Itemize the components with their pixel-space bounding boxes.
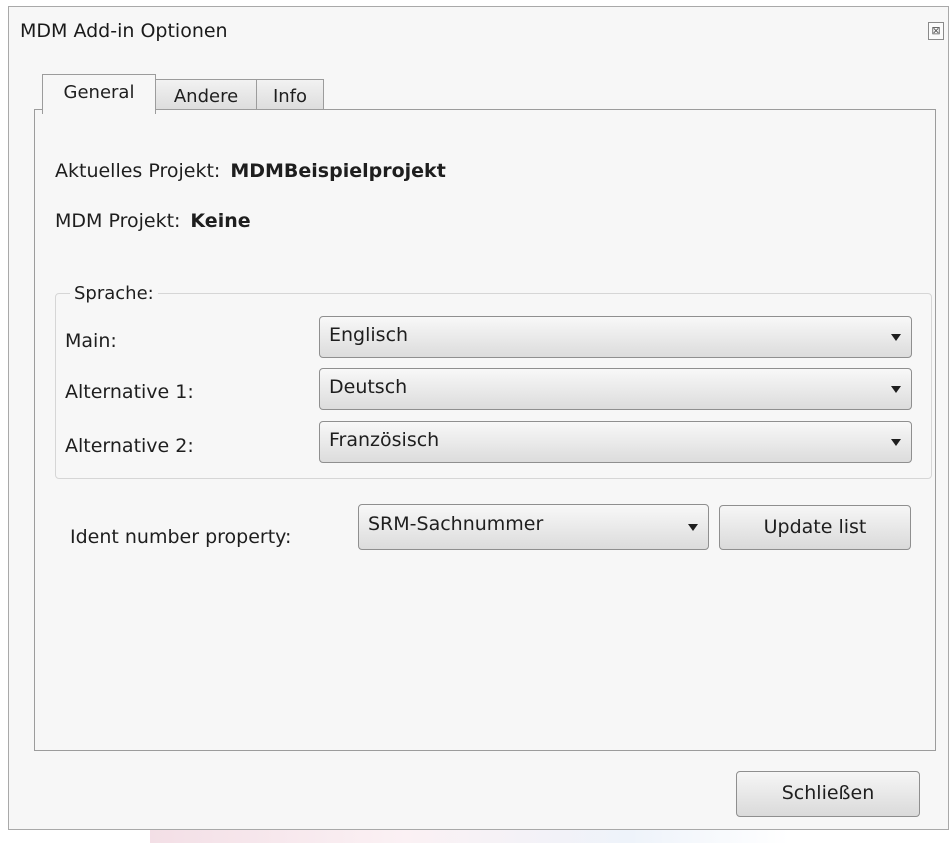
main-language-label: Main: bbox=[65, 330, 117, 352]
mdm-project-row: MDM Projekt: Keine bbox=[55, 210, 251, 232]
main-language-value: Englisch bbox=[329, 324, 409, 346]
update-list-button[interactable]: Update list bbox=[719, 505, 911, 550]
title-bar: MDM Add-in Optionen ⊠ bbox=[9, 7, 948, 53]
alt1-language-select[interactable]: Deutsch bbox=[319, 368, 912, 410]
current-project-value: MDMBeispielprojekt bbox=[230, 160, 446, 182]
chevron-down-icon bbox=[891, 334, 901, 341]
ident-number-label: Ident number property: bbox=[70, 526, 292, 548]
language-group-caption: Sprache: bbox=[70, 283, 158, 304]
current-project-row: Aktuelles Projekt: MDMBeispielprojekt bbox=[55, 160, 446, 182]
alt2-language-label: Alternative 2: bbox=[65, 435, 194, 457]
tab-general[interactable]: General bbox=[42, 74, 156, 114]
chevron-down-icon bbox=[891, 386, 901, 393]
alt1-language-label: Alternative 1: bbox=[65, 381, 194, 403]
alt2-language-select[interactable]: Französisch bbox=[319, 421, 912, 463]
close-button[interactable]: Schließen bbox=[736, 771, 920, 817]
background-strip bbox=[150, 830, 790, 843]
ident-number-select[interactable]: SRM-Sachnummer bbox=[358, 504, 709, 550]
mdm-project-label: MDM Projekt: bbox=[55, 210, 181, 232]
window-title: MDM Add-in Optionen bbox=[20, 20, 228, 42]
chevron-down-icon bbox=[891, 439, 901, 446]
ident-number-value: SRM-Sachnummer bbox=[368, 513, 544, 535]
alt2-language-value: Französisch bbox=[329, 429, 440, 451]
main-language-select[interactable]: Englisch bbox=[319, 316, 912, 358]
current-project-label: Aktuelles Projekt: bbox=[55, 160, 221, 182]
close-icon[interactable]: ⊠ bbox=[928, 22, 944, 40]
mdm-project-value: Keine bbox=[190, 210, 251, 232]
options-dialog: MDM Add-in Optionen ⊠ General Andere Inf… bbox=[8, 6, 949, 830]
alt1-language-value: Deutsch bbox=[329, 376, 408, 398]
chevron-down-icon bbox=[688, 524, 698, 531]
